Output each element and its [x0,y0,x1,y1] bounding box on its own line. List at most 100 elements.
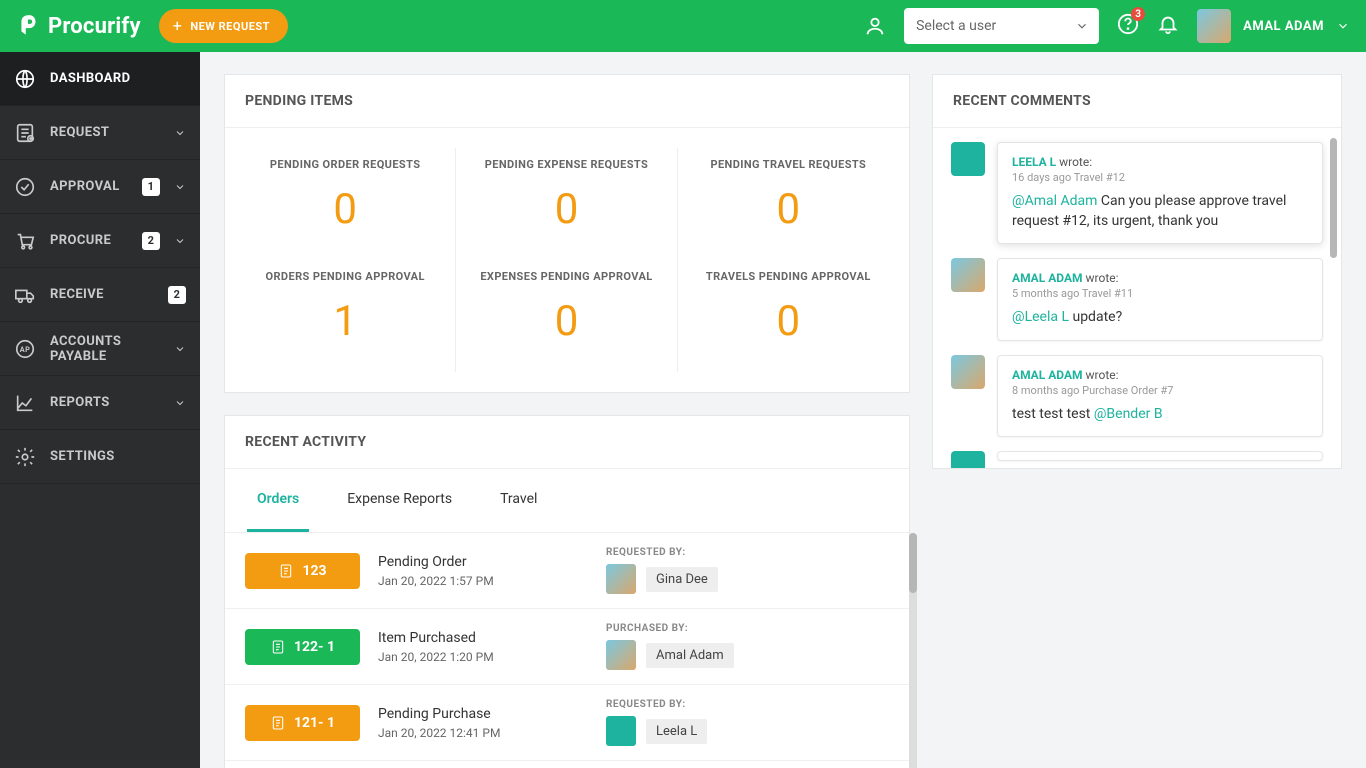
sidebar-item-settings[interactable]: SETTINGS [0,430,200,484]
activity-row[interactable]: RECEIVED BY: [225,761,909,768]
mention[interactable]: @Bender B [1094,406,1163,422]
activity-chip: 123 [245,553,360,589]
sidebar-item-approval[interactable]: APPROVAL 1 [0,160,200,214]
activity-scrollbar[interactable] [909,533,917,768]
comment-row[interactable]: LEELA L wrote: 16 days ago Travel #12 @A… [951,142,1323,244]
pending-label: PENDING TRAVEL REQUESTS [686,158,891,171]
sidebar-label: ACCOUNTS PAYABLE [50,334,160,364]
person-name: Amal Adam [646,643,734,668]
tab-orders[interactable]: Orders [247,469,309,532]
help-badge: 3 [1131,7,1145,21]
check-icon [14,176,36,198]
avatar [951,258,985,292]
avatar [606,640,636,670]
sidebar-item-request[interactable]: REQUEST [0,106,200,160]
tab-expense-reports[interactable]: Expense Reports [337,469,462,532]
chip-id: 122- 1 [294,639,335,655]
sidebar-label: APPROVAL [50,179,128,194]
sidebar-item-procure[interactable]: PROCURE 2 [0,214,200,268]
activity-panel: RECENT ACTIVITY Orders Expense Reports Tra… [224,415,910,768]
sidebar-label: PROCURE [50,233,128,248]
pending-cell[interactable]: ORDERS PENDING APPROVAL 1 [235,260,456,372]
activity-row-title: Item Purchased [378,630,588,646]
globe-icon [14,68,36,90]
pending-value: 0 [464,185,668,234]
comment-text: @Amal Adam Can you please approve travel… [1012,192,1308,231]
user-icon[interactable] [864,15,886,37]
comment-author: AMAL ADAM [1012,368,1083,382]
sidebar-item-reports[interactable]: REPORTS [0,376,200,430]
document-icon [270,639,286,655]
user-menu[interactable]: AMAL ADAM [1197,9,1350,43]
topbar: Procurify + NEW REQUEST Select a user 3 … [0,0,1366,52]
pending-title: PENDING ITEMS [225,75,909,128]
avatar [1197,9,1231,43]
sidebar-item-receive[interactable]: RECEIVE 2 [0,268,200,322]
sidebar-label: RECEIVE [50,287,154,302]
pending-label: PENDING ORDER REQUESTS [243,158,447,171]
pending-label: TRAVELS PENDING APPROVAL [686,270,891,283]
cart-icon [14,230,36,252]
activity-row[interactable]: 122- 1 Item Purchased Jan 20, 2022 1:20 … [225,609,909,685]
new-request-label: NEW REQUEST [190,20,270,33]
pending-cell[interactable]: EXPENSES PENDING APPROVAL 0 [456,260,677,372]
comments-panel: RECENT COMMENTS LEELA L wrote: 16 days a… [932,74,1342,469]
logo-icon [16,13,42,39]
pending-panel: PENDING ITEMS PENDING ORDER REQUESTS 0PE… [224,74,910,393]
document-icon [278,563,294,579]
sidebar-label: DASHBOARD [50,71,186,86]
activity-row-date: Jan 20, 2022 1:57 PM [378,574,588,588]
help-button[interactable]: 3 [1117,13,1139,39]
mention[interactable]: @Amal Adam [1012,193,1097,209]
tab-travel[interactable]: Travel [490,469,547,532]
comments-scrollbar[interactable] [1330,138,1337,458]
comment-text: test test test @Bender B [1012,405,1308,425]
pending-cell[interactable]: TRAVELS PENDING APPROVAL 0 [678,260,899,372]
user-select-field[interactable]: Select a user [904,8,1099,44]
truck-icon [14,284,36,306]
ap-icon: AP [14,338,36,360]
comment-bubble: AMAL ADAM wrote: 5 months ago Travel #11… [997,258,1323,341]
pending-cell[interactable]: PENDING ORDER REQUESTS 0 [235,148,456,260]
chevron-down-icon [174,397,186,409]
activity-chip: 122- 1 [245,629,360,665]
chip-id: 121- 1 [294,715,335,731]
activity-tabs: Orders Expense Reports Travel [225,469,909,533]
comment-bubble: LEELA L wrote: 16 days ago Travel #12 @A… [997,142,1323,244]
notifications-button[interactable] [1157,13,1179,39]
pending-cell[interactable]: PENDING EXPENSE REQUESTS 0 [456,148,677,260]
activity-by-label: REQUESTED BY: [606,547,889,558]
comments-title: RECENT COMMENTS [933,75,1341,128]
pending-label: PENDING EXPENSE REQUESTS [464,158,668,171]
avatar [951,355,985,389]
activity-row[interactable]: 123 Pending Order Jan 20, 2022 1:57 PM R… [225,533,909,609]
comment-meta: 16 days ago Travel #12 [1012,171,1308,184]
person-name: Leela L [646,719,707,744]
activity-chip: 121- 1 [245,705,360,741]
comment-row[interactable]: AMAL ADAM wrote: 5 months ago Travel #11… [951,258,1323,341]
mention[interactable]: @Leela L [1012,309,1069,325]
activity-row-date: Jan 20, 2022 1:20 PM [378,650,588,664]
avatar [951,142,985,176]
sidebar-item-accounts-payable[interactable]: AP ACCOUNTS PAYABLE [0,322,200,376]
comment-row[interactable]: AMAL ADAM wrote: 8 months ago Purchase O… [951,355,1323,438]
activity-row-title: Pending Order [378,554,588,570]
new-request-button[interactable]: + NEW REQUEST [159,9,288,43]
comment-row[interactable] [951,451,1323,468]
activity-row[interactable]: 121- 1 Pending Purchase Jan 20, 2022 12:… [225,685,909,761]
chip-id: 123 [302,563,326,579]
document-icon [270,715,286,731]
activity-row-date: Jan 20, 2022 12:41 PM [378,726,588,740]
logo[interactable]: Procurify [16,13,141,39]
activity-title: RECENT ACTIVITY [225,416,909,469]
comment-author: AMAL ADAM [1012,271,1083,285]
comment-bubble: AMAL ADAM wrote: 8 months ago Purchase O… [997,355,1323,438]
chevron-down-icon [174,235,186,247]
avatar [606,716,636,746]
sidebar-item-dashboard[interactable]: DASHBOARD [0,52,200,106]
pending-value: 0 [464,297,668,346]
user-select[interactable]: Select a user [904,8,1099,44]
main: PENDING ITEMS PENDING ORDER REQUESTS 0PE… [200,52,1366,768]
pending-value: 0 [243,185,447,234]
pending-cell[interactable]: PENDING TRAVEL REQUESTS 0 [678,148,899,260]
